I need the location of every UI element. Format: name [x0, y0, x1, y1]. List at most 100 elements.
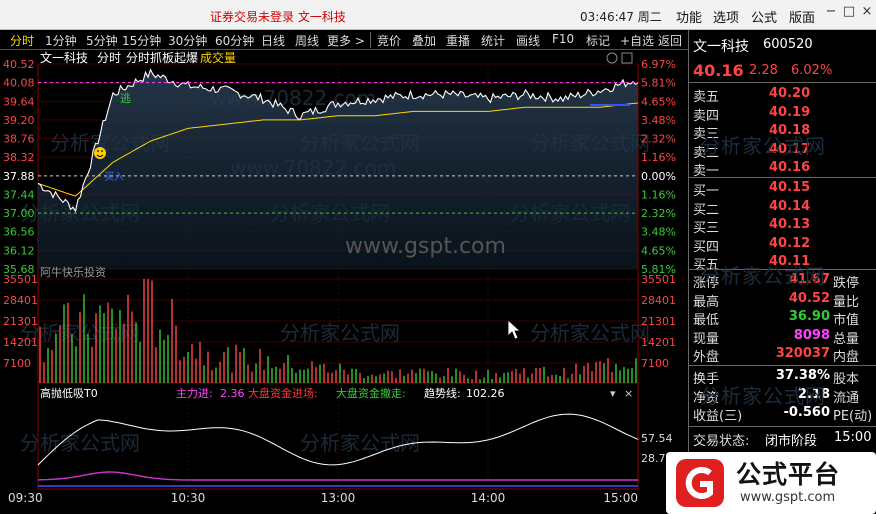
volume-tick-left: 28401: [3, 294, 38, 307]
btn-draw[interactable]: 画线: [516, 32, 540, 49]
btn-f10[interactable]: F10: [552, 32, 574, 46]
pct-tick-label: 1.16%: [641, 188, 676, 201]
settings-icon[interactable]: [606, 52, 618, 64]
stat-label: 最高: [693, 294, 720, 310]
menu-function[interactable]: 功能: [676, 7, 702, 26]
stat-label: 现量: [693, 331, 720, 347]
price-tick-label: 36.12: [3, 244, 35, 257]
intraday-chart[interactable]: 分析家公式网分析家公式网分析家公式网分析家公式网分析家公式网分析家公式网分析家公…: [0, 50, 688, 514]
menu-layout[interactable]: 版面: [789, 7, 815, 26]
menu-formula[interactable]: 公式: [751, 7, 777, 26]
orderbook-divider: [689, 177, 876, 178]
brand-name: 公式平台: [736, 460, 841, 489]
quote-change: 2.28: [749, 63, 778, 78]
indicator-tick-label: 57.54: [641, 432, 673, 445]
btn-replay[interactable]: 重播: [446, 32, 470, 49]
quote-price: 40.16: [693, 61, 744, 80]
ask-label: 卖五: [693, 90, 720, 105]
bid-price: 40.15: [769, 180, 811, 195]
btn-auction[interactable]: 竞价: [377, 32, 401, 49]
time-label: 09:30: [8, 491, 43, 505]
bid-price: 40.12: [769, 235, 811, 251]
stat-value: 36.90: [788, 309, 830, 324]
volume-tick-left: 21301: [3, 315, 38, 328]
bid-label: 买四: [693, 239, 720, 255]
quote-change-pct: 6.02%: [791, 63, 833, 78]
stat-right-label: 市值: [833, 313, 860, 328]
trade-status-label: 交易状态:: [693, 434, 750, 449]
volume-tick-left: 7100: [3, 357, 31, 370]
bid-label: 买三: [693, 221, 720, 236]
watermark-cn: 分析家公式网: [280, 321, 400, 345]
btn-add-watchlist[interactable]: +自选: [620, 32, 654, 49]
stat-right-label: 总量: [833, 331, 860, 347]
close-button[interactable]: ×: [856, 4, 876, 19]
brand-badge: 公式平台 www.gspt.com: [666, 452, 876, 514]
stat-right-label: 量比: [833, 294, 860, 310]
watermark-cn: 分析家公式网: [300, 431, 420, 455]
stat-value: 320037: [775, 346, 830, 361]
indicator-dapan-out: 大盘资金撤走:: [336, 386, 406, 400]
indicator-zhuli-value: 2.36: [220, 387, 245, 400]
quote-stock-code: 600520: [763, 37, 813, 52]
price-tick-label: 39.64: [3, 95, 35, 108]
tab-weekly[interactable]: 周线: [295, 32, 319, 49]
tab-daily[interactable]: 日线: [261, 32, 285, 49]
volume-tick-right: 35501: [641, 273, 676, 286]
tab-30min[interactable]: 30分钟: [168, 32, 207, 49]
watermark-cn: 分析家公式网: [700, 134, 826, 158]
tab-15min[interactable]: 15分钟: [122, 32, 161, 49]
time-label: 14:00: [471, 491, 506, 505]
window-title: 证券交易未登录 文一科技: [210, 10, 346, 24]
brand-logo-icon: [676, 459, 724, 507]
pct-tick-label: 0.00%: [641, 170, 676, 183]
watermark-cn: 分析家公式网: [20, 431, 140, 455]
ask-price: 40.16: [769, 160, 811, 175]
stat-label: 最低: [693, 313, 720, 328]
btn-back[interactable]: 返回: [658, 32, 682, 49]
indicator-name: 高抛低吸T0: [40, 386, 98, 400]
pct-tick-label: 4.65%: [641, 244, 676, 257]
price-tick-label: 37.44: [3, 188, 35, 201]
price-tick-label: 37.00: [3, 207, 35, 220]
indicator-dropdown-icon[interactable]: ▾: [610, 387, 616, 400]
expand-icon[interactable]: [621, 52, 633, 64]
stat-value: 40.52: [788, 290, 830, 306]
stats2-divider: [689, 365, 876, 366]
menu-options[interactable]: 选项: [713, 7, 739, 26]
tab-1min[interactable]: 1分钟: [45, 32, 77, 49]
ask-price: 40.19: [769, 104, 811, 120]
divider: [689, 82, 876, 83]
volume-panel-label: 阿牛快乐投资: [40, 265, 106, 279]
trade-status: 闭市阶段: [765, 434, 818, 449]
indicator-trend-value: 102.26: [466, 387, 505, 400]
bid-price: 40.13: [769, 217, 811, 232]
pct-tick-label: 1.16%: [641, 151, 676, 164]
tab-intraday[interactable]: 分时: [10, 32, 34, 49]
stat-value: 8098: [793, 327, 830, 343]
pct-tick-label: 2.32%: [641, 133, 676, 146]
volume-tick-left: 14201: [3, 336, 38, 349]
price-tick-label: 40.08: [3, 77, 35, 90]
btn-mark[interactable]: 标记: [586, 32, 610, 49]
trade-time: 15:00: [834, 430, 872, 445]
pct-tick-label: 2.32%: [641, 207, 676, 220]
escape-marker: 逃: [120, 92, 131, 105]
toolbar-divider: [370, 32, 371, 48]
tab-60min[interactable]: 60分钟: [215, 32, 254, 49]
ask-label: 卖四: [693, 108, 720, 124]
stat-right-label: 流通: [833, 390, 860, 406]
btn-stats[interactable]: 统计: [481, 32, 505, 49]
price-tick-label: 38.76: [3, 133, 35, 146]
bid-label: 买一: [693, 184, 720, 199]
volume-tick-right: 14201: [641, 336, 676, 349]
indicator-close-icon[interactable]: ×: [624, 387, 633, 400]
stat-label: 外盘: [693, 350, 720, 365]
tab-more[interactable]: 更多 >: [327, 32, 365, 49]
tab-5min[interactable]: 5分钟: [86, 32, 118, 49]
trading-app: 证券交易未登录 文一科技 03:46:47 周二 功能 选项 公式 版面 − □…: [0, 0, 876, 514]
btn-overlay[interactable]: 叠加: [412, 32, 436, 49]
chart-stock-name: 文一科技: [40, 50, 88, 65]
pct-tick-label: 5.81%: [641, 77, 676, 90]
pct-tick-label: 4.65%: [641, 95, 676, 108]
